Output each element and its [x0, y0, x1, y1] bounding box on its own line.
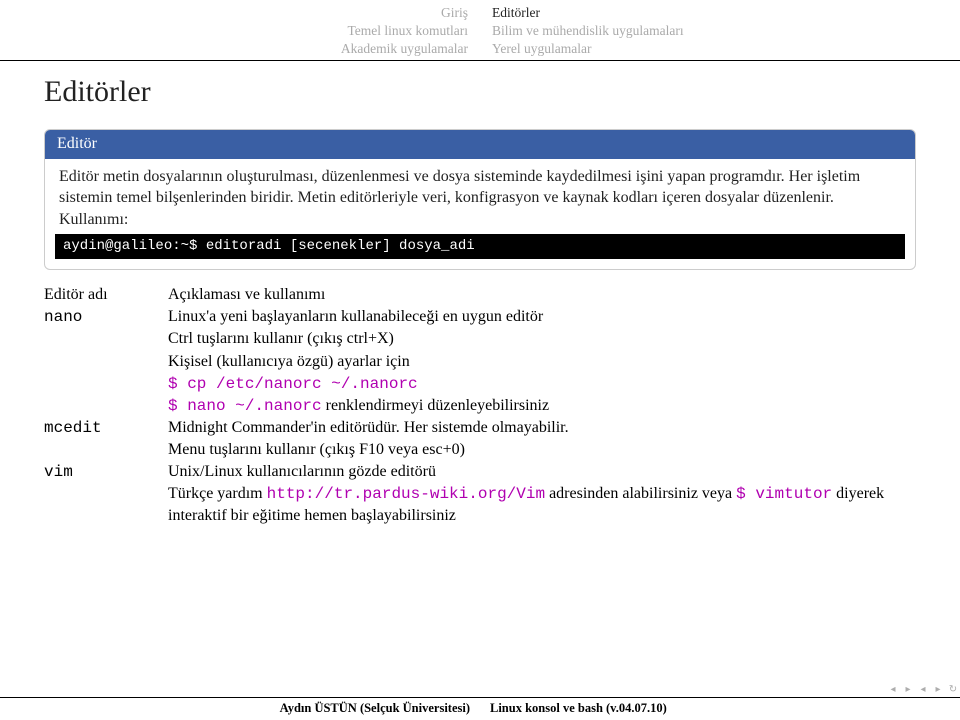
- nav-reload-icon[interactable]: ↻: [946, 683, 960, 697]
- desc-text: Kişisel (kullanıcıya özgü) ayarlar için: [168, 351, 916, 373]
- nav-prev-slide-icon[interactable]: ◂: [916, 683, 930, 697]
- header-right: Editörler Bilim ve mühendislik uygulamal…: [480, 4, 960, 59]
- nav-prev-section-icon[interactable]: ◂: [886, 683, 900, 697]
- nav-link[interactable]: Giriş: [0, 4, 468, 22]
- footer-title: Linux konsol ve bash (v.04.07.10): [480, 701, 960, 716]
- desc-text: Menu tuşlarını kullanır (çıkış F10 veya …: [168, 439, 916, 461]
- desc-text: Midnight Commander'in editörüdür. Her si…: [168, 417, 916, 439]
- desc-text: Ctrl tuşlarını kullanır (çıkış ctrl+X): [168, 328, 916, 350]
- footer: Aydın ÜSTÜN (Selçuk Üniversitesi) Linux …: [0, 697, 960, 720]
- editor-name-nano: nano: [44, 306, 168, 416]
- table-header: Editör adı: [44, 284, 168, 306]
- nav-link[interactable]: Temel linux komutları: [0, 22, 468, 40]
- editor-table: Editör adı Açıklaması ve kullanımı nano …: [44, 284, 916, 527]
- terminal-line: aydin@galileo:~$ editoradi [secenekler] …: [55, 234, 905, 259]
- block-text: Editör metin dosyalarının oluşturulması,…: [59, 168, 860, 228]
- nav-link[interactable]: Yerel uygulamalar: [492, 40, 960, 58]
- block-title: Editör: [45, 130, 915, 159]
- url-text[interactable]: http://tr.pardus-wiki.org/Vim: [267, 485, 545, 503]
- page-title: Editörler: [0, 61, 960, 129]
- table-header: Açıklaması ve kullanımı: [168, 284, 916, 306]
- block-body: Editör metin dosyalarının oluşturulması,…: [45, 159, 915, 270]
- command-text: $ cp /etc/nanorc ~/.nanorc: [168, 375, 418, 393]
- header-left: Giriş Temel linux komutları Akademik uyg…: [0, 4, 480, 59]
- command-text: $ vimtutor: [736, 485, 832, 503]
- command-text: $ nano ~/.nanorc: [168, 397, 322, 415]
- nav-link-active[interactable]: Editörler: [492, 4, 960, 22]
- footer-author: Aydın ÜSTÜN (Selçuk Üniversitesi): [0, 701, 480, 716]
- header-nav: Giriş Temel linux komutları Akademik uyg…: [0, 0, 960, 61]
- desc-text: renklendirmeyi düzenleyebilirsiniz: [322, 397, 549, 414]
- desc-text: Unix/Linux kullanıcılarının gözde editör…: [168, 461, 916, 483]
- nav-link[interactable]: Bilim ve mühendislik uygulamaları: [492, 22, 960, 40]
- nav-next-section-icon[interactable]: ▸: [901, 683, 915, 697]
- nav-next-slide-icon[interactable]: ▸: [931, 683, 945, 697]
- desc-text: Linux'a yeni başlayanların kullanabilece…: [168, 306, 916, 328]
- desc-text: adresinden alabilirsiniz veya: [545, 485, 736, 502]
- editor-name-vim: vim: [44, 461, 168, 527]
- editor-name-mcedit: mcedit: [44, 417, 168, 461]
- definition-block: Editör Editör metin dosyalarının oluştur…: [44, 129, 916, 271]
- slide-nav: ◂ ▸ ◂ ▸ ↻: [886, 682, 960, 698]
- desc-text: Türkçe yardım: [168, 485, 267, 502]
- nav-link[interactable]: Akademik uygulamalar: [0, 40, 468, 58]
